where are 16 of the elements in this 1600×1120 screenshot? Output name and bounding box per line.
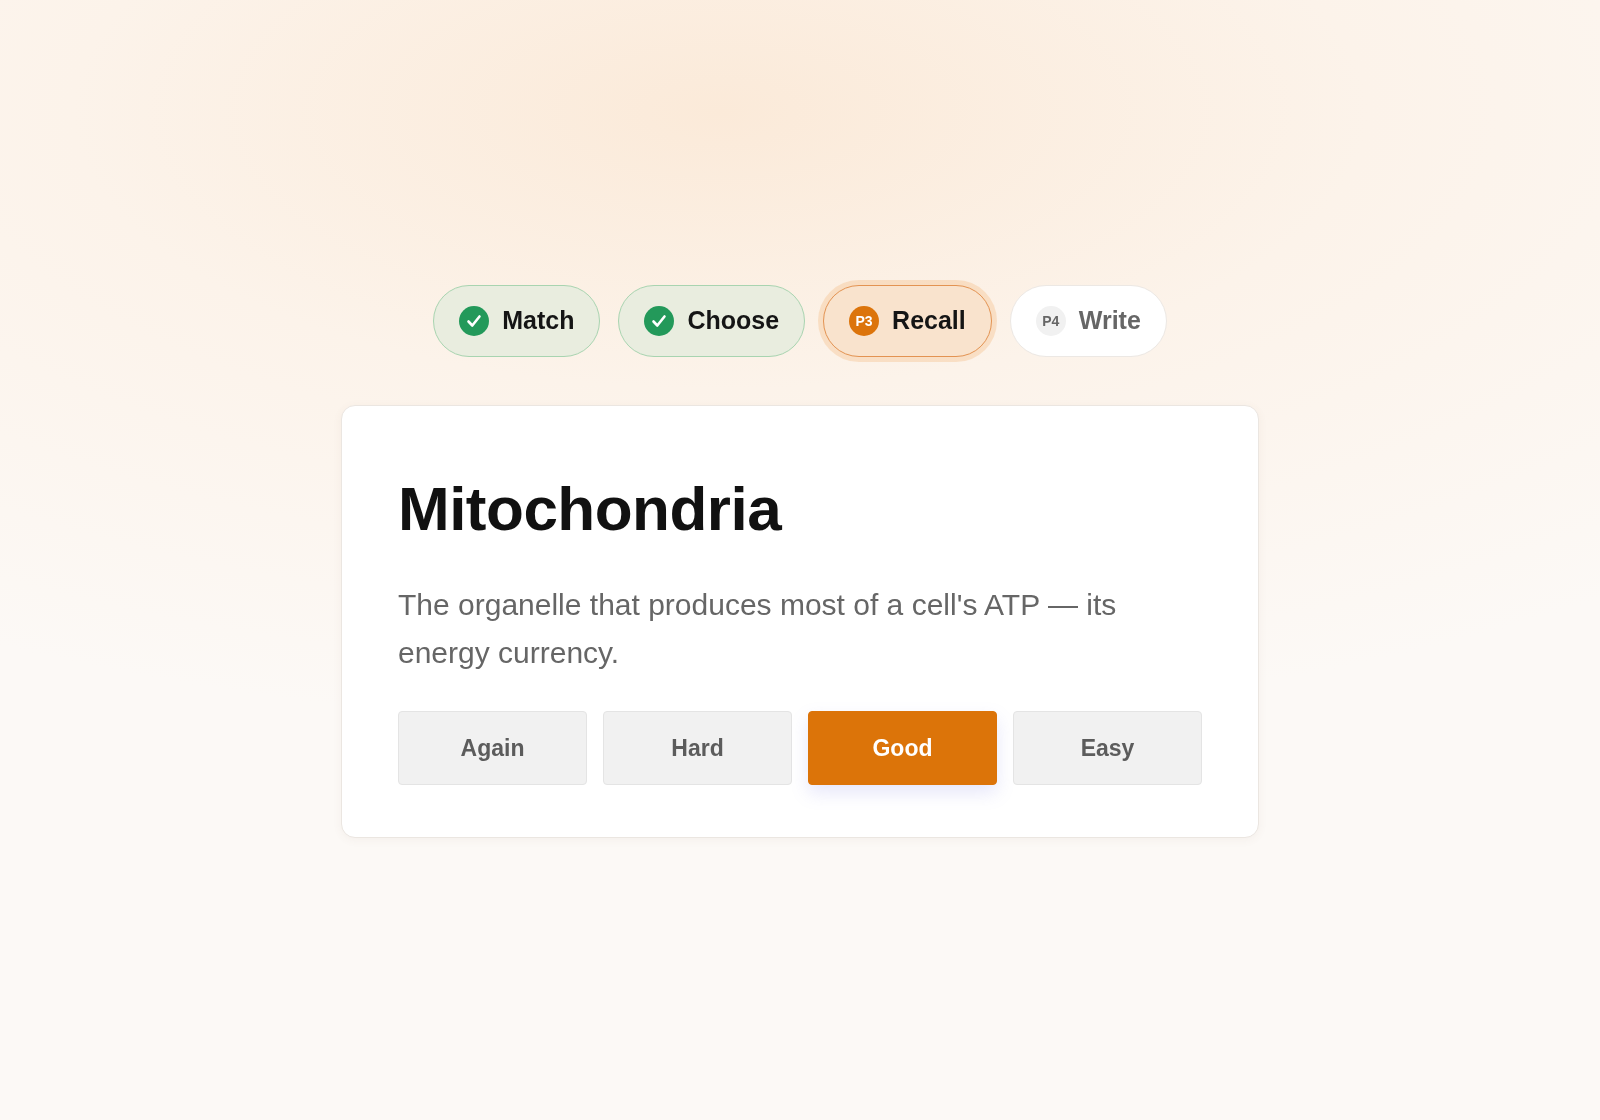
step-pill[interactable]: Choose [618, 285, 806, 357]
step-pill[interactable]: P3 Recall [823, 285, 992, 357]
rating-button[interactable]: Again [398, 711, 587, 785]
rating-button[interactable]: Hard [603, 711, 792, 785]
rating-button[interactable]: Good [808, 711, 997, 785]
step-label: Write [1078, 305, 1141, 337]
rating-button[interactable]: Easy [1013, 711, 1202, 785]
step-number-badge: P4 [1035, 306, 1066, 336]
step-pill[interactable]: Match [433, 285, 601, 357]
card-definition: The organelle that produces most of a cell's ATP — its energy currency. [398, 587, 1118, 671]
step-number-badge: P3 [849, 306, 880, 336]
step-label: Choose [687, 305, 780, 337]
step-label: Match [502, 305, 575, 337]
step-pill[interactable]: P4 Write [1009, 285, 1167, 357]
card-term: Mitochondria [398, 473, 783, 545]
step-label: Recall [892, 305, 966, 337]
